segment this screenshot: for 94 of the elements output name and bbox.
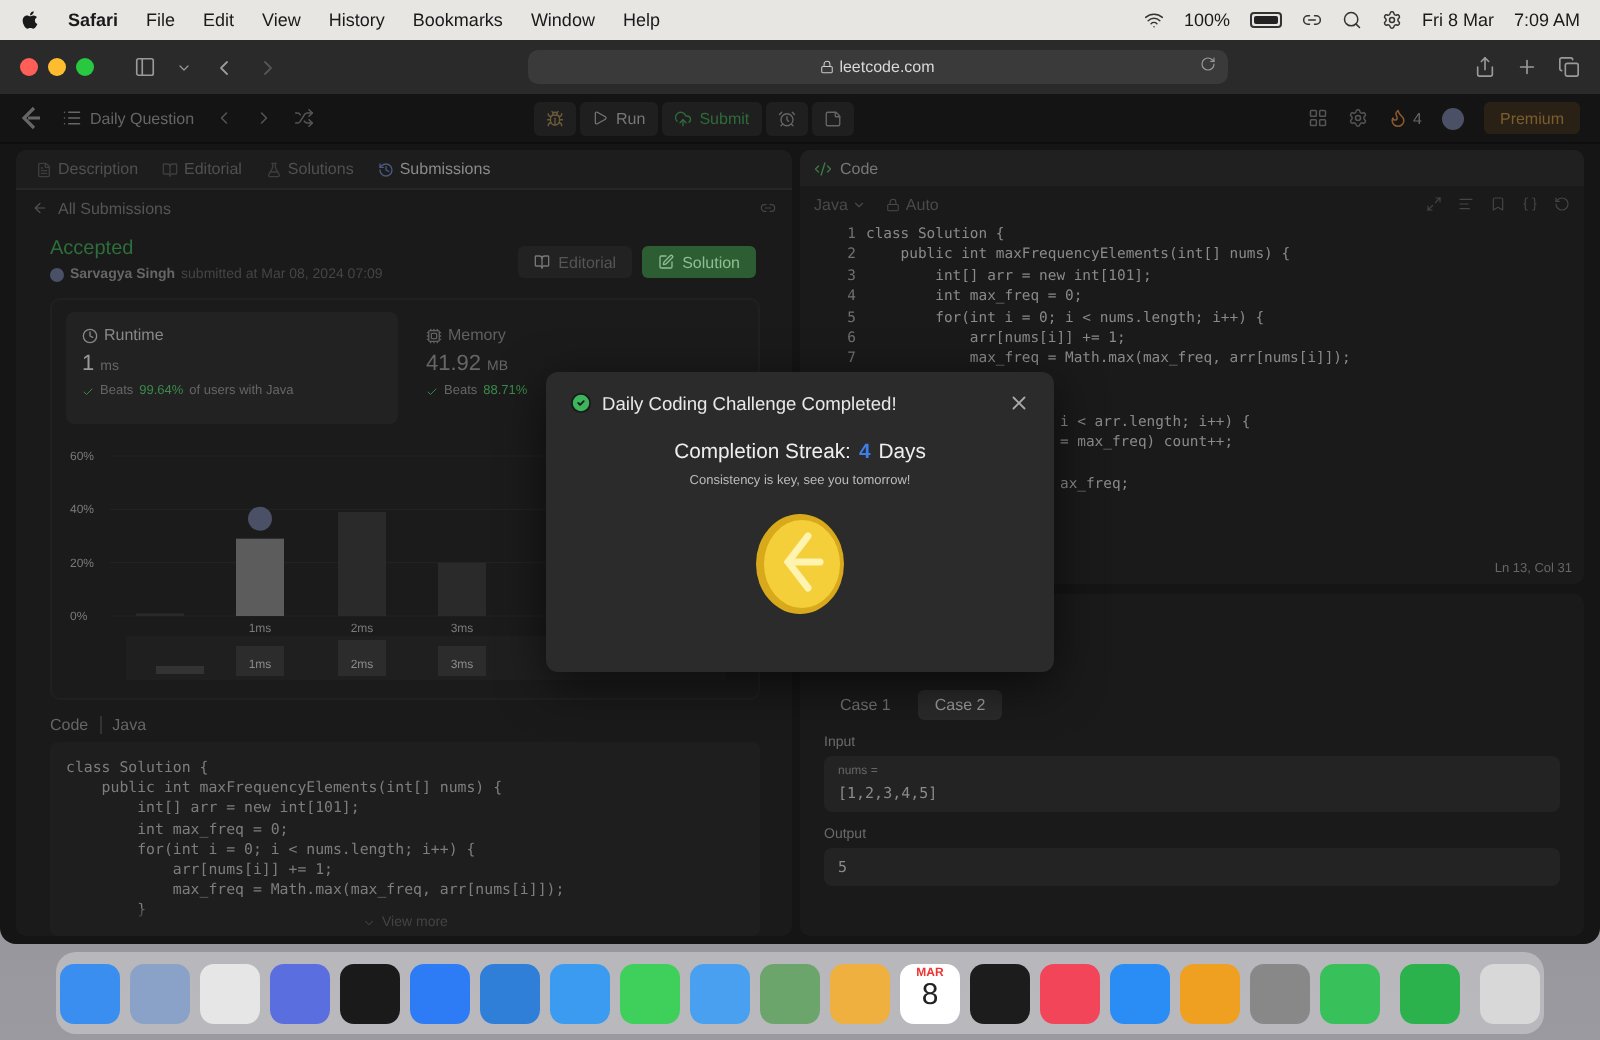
flame-icon: [1387, 108, 1408, 128]
stat-title: Runtime: [82, 326, 382, 344]
tab-icon: [36, 161, 52, 177]
list-icon[interactable]: [62, 108, 82, 128]
menu-item[interactable]: Window: [530, 10, 595, 30]
premium-button[interactable]: Premium: [1483, 102, 1580, 134]
braces-icon[interactable]: [1522, 196, 1538, 212]
stat-title: Memory: [426, 326, 726, 344]
note-icon: [823, 109, 842, 127]
upload-icon: [673, 109, 692, 127]
case-tab[interactable]: Case 1: [824, 690, 907, 720]
reload-icon[interactable]: [1199, 56, 1215, 72]
panel-title: Code: [840, 159, 879, 177]
settings-icon[interactable]: [1347, 108, 1368, 128]
streak-label: Completion Streak:: [674, 442, 851, 464]
panel-tab[interactable]: Submissions: [377, 160, 491, 178]
bookmark-icon[interactable]: [1490, 196, 1506, 212]
menu-item[interactable]: View: [262, 10, 301, 30]
notes-button[interactable]: [811, 101, 854, 135]
menu-item[interactable]: Help: [622, 10, 660, 30]
check-icon: [426, 385, 438, 397]
chevron-down-icon: [362, 915, 377, 929]
app-icon[interactable]: [340, 963, 400, 1023]
code-icon: [814, 159, 832, 177]
histogram-bar: [236, 538, 284, 616]
app-icon[interactable]: [970, 963, 1030, 1023]
tab-icon: [377, 161, 394, 177]
wifi-icon: [1143, 10, 1164, 30]
share-link-icon[interactable]: [760, 200, 776, 216]
user-avatar: [50, 268, 64, 282]
timer-button[interactable]: [765, 101, 808, 135]
run-button[interactable]: Run: [580, 101, 658, 135]
menu-item[interactable]: Edit: [203, 10, 235, 30]
chevron-down-icon: [851, 197, 866, 211]
menu-app-name[interactable]: Safari: [68, 10, 119, 30]
streak-unit: Days: [878, 442, 926, 464]
tab-icon: [162, 161, 179, 177]
zoom-window-button[interactable]: [76, 58, 94, 76]
arrow-left-icon: [32, 200, 48, 216]
lock-icon: [885, 197, 900, 211]
menu-date: Fri 8 Mar: [1421, 10, 1494, 30]
check-circle-icon: [570, 392, 592, 414]
apple-logo-icon[interactable]: [20, 10, 40, 30]
battery-percentage: 100%: [1183, 10, 1230, 30]
menu-item[interactable]: History: [328, 10, 385, 30]
tab-icon: [265, 161, 282, 177]
stat-value: 1: [82, 352, 95, 376]
format-icon[interactable]: [1458, 196, 1474, 212]
shuffle-icon[interactable]: [294, 108, 315, 128]
menu-time: 7:09 AM: [1513, 10, 1580, 30]
reset-icon[interactable]: [1554, 196, 1570, 212]
stat-value: 41.92: [426, 352, 482, 376]
menu-item[interactable]: Bookmarks: [412, 10, 503, 30]
close-window-button[interactable]: [20, 58, 38, 76]
search-icon: [1341, 10, 1362, 30]
link-icon: [1301, 10, 1322, 30]
alarm-clock-icon: [777, 109, 796, 127]
close-button[interactable]: [1008, 392, 1030, 414]
case-tab[interactable]: Case 2: [918, 690, 1002, 720]
minimize-window-button[interactable]: [48, 58, 66, 76]
all-submissions-link[interactable]: All Submissions: [32, 199, 171, 217]
logo-icon[interactable]: [20, 106, 42, 130]
sidebar-icon[interactable]: [134, 56, 156, 78]
new-tab-icon[interactable]: [1516, 56, 1538, 78]
play-icon: [592, 110, 609, 126]
control-center-icon: [1381, 10, 1402, 30]
debug-button[interactable]: [534, 101, 577, 135]
tabs-overview-icon[interactable]: [1558, 56, 1580, 78]
submission-status: Accepted: [50, 238, 136, 260]
bug-icon: [546, 109, 565, 127]
user-avatar: [248, 506, 272, 531]
share-icon[interactable]: [1474, 56, 1496, 78]
solution-button[interactable]: Solution: [642, 246, 756, 278]
dialog-title: Daily Coding Challenge Completed!: [602, 393, 897, 413]
user-avatar[interactable]: [1441, 107, 1464, 129]
expand-icon[interactable]: [1426, 196, 1442, 212]
submit-button[interactable]: Submit: [661, 101, 762, 135]
menu-item[interactable]: File: [146, 10, 176, 30]
code-heading: Code: [50, 716, 89, 734]
coin-icon: [754, 512, 846, 616]
clock-icon: [82, 327, 98, 343]
pencil-square-icon: [658, 254, 675, 270]
battery-icon[interactable]: [1249, 12, 1282, 28]
address-bar[interactable]: leetcode.com: [527, 50, 1227, 84]
book-icon: [534, 254, 551, 270]
lock-icon: [819, 60, 834, 74]
problem-list-title[interactable]: Daily Question: [90, 109, 195, 127]
streak-value: 4: [858, 442, 871, 464]
layout-icon[interactable]: [1307, 108, 1328, 128]
language-label: Java: [100, 716, 147, 734]
streak-count: 4: [1413, 109, 1422, 127]
chip-icon: [426, 327, 442, 343]
trash-icon[interactable]: [1480, 963, 1540, 1023]
check-icon: [82, 385, 94, 397]
